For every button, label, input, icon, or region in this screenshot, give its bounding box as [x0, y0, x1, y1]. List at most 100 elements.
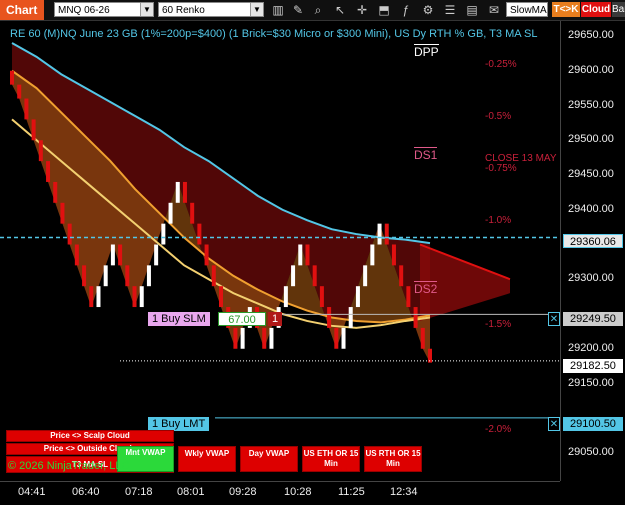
renko-brick — [103, 265, 108, 287]
time-axis-line — [0, 481, 560, 482]
renko-brick — [428, 348, 432, 363]
price-tick: 29150.00 — [568, 376, 614, 389]
bars-button[interactable]: Bars — [612, 2, 625, 17]
time-tick: 04:41 — [18, 486, 46, 498]
renko-brick — [384, 223, 389, 245]
renko-brick — [219, 286, 223, 308]
ma-price-tag: 29360.06 — [563, 234, 623, 248]
ma-selector[interactable]: SlowMA — [506, 2, 548, 17]
pct-label: -0.25% — [485, 59, 517, 70]
crosshair-icon[interactable]: ✛ — [354, 2, 370, 18]
buy-slm-price-field[interactable]: 67.00 — [218, 312, 266, 326]
renko-brick — [38, 140, 43, 162]
time-tick: 06:40 — [72, 486, 100, 498]
time-tick: 12:34 — [390, 486, 418, 498]
price-tick: 29050.00 — [568, 446, 614, 458]
pct-label: -0.75% — [485, 163, 517, 174]
renko-brick — [327, 307, 332, 328]
chart-tab[interactable]: Chart — [0, 0, 44, 20]
renko-brick — [190, 202, 195, 224]
zoom-icon[interactable]: ⌕ — [310, 2, 326, 18]
renko-brick — [305, 244, 310, 266]
alert-icon[interactable]: ✉ — [486, 2, 502, 18]
copyright: © 2026 NinjaTrader, LLC — [8, 460, 130, 472]
renko-brick — [118, 244, 123, 266]
ma-selector-value: SlowMA — [510, 5, 547, 16]
renko-brick — [24, 98, 29, 120]
price-tick: 29550.00 — [568, 98, 614, 111]
scalp-cloud-button[interactable]: Price <> Scalp Cloud — [6, 430, 174, 442]
buy-lmt-price-tag: 29100.50 — [563, 417, 623, 431]
renko-brick — [146, 265, 151, 287]
pencil-icon[interactable]: ✎ — [290, 2, 306, 18]
renko-brick — [67, 223, 72, 245]
indicators-icon[interactable]: ƒ — [398, 2, 414, 18]
template-icon[interactable]: ▤ — [464, 2, 480, 18]
price-tick: 29650.00 — [568, 29, 614, 41]
renko-brick — [399, 265, 404, 287]
time-tick: 10:28 — [284, 486, 312, 498]
close-icon[interactable]: ✕ — [548, 312, 560, 326]
renko-brick — [125, 265, 130, 287]
renko-brick — [31, 119, 36, 141]
strategies-icon[interactable]: ⚙ — [420, 2, 436, 18]
renko-brick — [204, 244, 209, 266]
renko-brick — [298, 244, 303, 266]
close-icon[interactable]: ✕ — [548, 417, 560, 431]
instrument-selector[interactable]: MNQ 06-26 ▼ — [54, 2, 154, 17]
renko-brick — [46, 161, 51, 182]
price-axis[interactable] — [560, 21, 625, 481]
renko-brick — [283, 286, 288, 308]
properties-icon[interactable]: ☰ — [442, 2, 458, 18]
chart-title: RE 60 (M)NQ June 23 GB (1%=200p=$400) (1… — [10, 28, 538, 40]
renko-brick — [391, 244, 396, 266]
buy-slm-order-label[interactable]: 1 Buy SLM — [148, 312, 210, 326]
pct-label: -1.5% — [485, 319, 512, 330]
pointer-icon[interactable]: ↖ — [332, 2, 348, 18]
tk-button[interactable]: T<>K — [552, 2, 580, 17]
price-chart[interactable] — [0, 21, 560, 481]
renko-brick — [363, 265, 368, 287]
cloud-button[interactable]: Cloud — [581, 2, 611, 17]
drawing-tools-icon[interactable]: ⬒ — [376, 2, 392, 18]
renko-brick — [17, 84, 22, 99]
renko-brick — [240, 327, 245, 349]
us-rth-or-button[interactable]: US RTH OR 15 Min — [364, 446, 422, 472]
renko-brick — [211, 265, 216, 287]
renko-brick — [377, 223, 382, 245]
wkly-vwap-button[interactable]: Wkly VWAP — [178, 446, 236, 472]
buy-lmt-order-label[interactable]: 1 Buy LMT — [148, 417, 210, 431]
renko-brick — [334, 327, 339, 349]
renko-brick — [233, 327, 238, 349]
price-tick: 29500.00 — [568, 133, 614, 146]
time-tick: 09:28 — [229, 486, 257, 498]
price-tick: 29600.00 — [568, 63, 614, 76]
us-eth-or-button[interactable]: US ETH OR 15 Min — [302, 446, 360, 472]
dpp-label: DPP — [414, 44, 439, 59]
renko-brick — [406, 286, 411, 308]
renko-brick — [10, 70, 14, 85]
price-tick: 29200.00 — [568, 341, 614, 354]
renko-brick — [154, 244, 159, 266]
pct-label: -1.0% — [485, 215, 512, 226]
bar-type-selector[interactable]: 60 Renko ▼ — [158, 2, 264, 17]
price-tick: 29450.00 — [568, 168, 614, 180]
time-tick: 08:01 — [177, 486, 205, 498]
buy-slm-qty[interactable]: 1 — [268, 312, 283, 326]
renko-brick — [319, 286, 324, 308]
renko-brick — [341, 327, 346, 349]
renko-brick — [413, 307, 418, 328]
bars-icon[interactable]: ▥ — [270, 2, 286, 18]
buy-slm-price-tag: 29249.50 — [563, 312, 623, 326]
ds2-label: DS2 — [414, 281, 438, 296]
day-vwap-button[interactable]: Day VWAP — [240, 446, 298, 472]
pct-label: -2.0% — [485, 424, 512, 435]
chevron-down-icon: ▼ — [250, 3, 263, 16]
renko-brick — [291, 265, 296, 287]
renko-brick — [420, 327, 425, 349]
renko-brick — [161, 223, 166, 245]
last-price-tag: 29182.50 — [563, 359, 623, 373]
pct-label: -0.5% — [485, 111, 512, 122]
instrument-value: MNQ 06-26 — [58, 5, 110, 16]
renko-brick — [110, 244, 115, 266]
